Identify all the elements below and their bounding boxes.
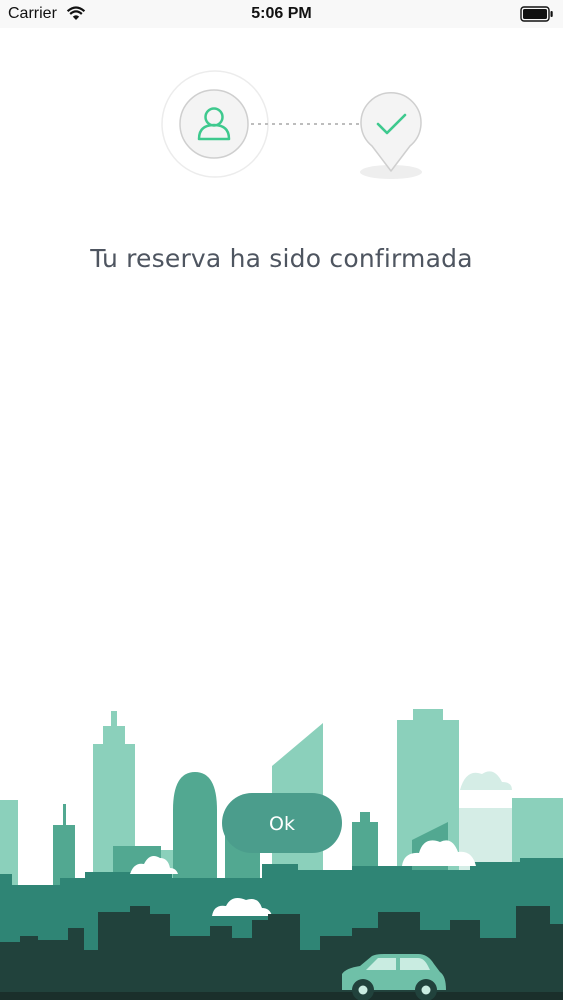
battery-icon (520, 6, 553, 22)
booking-progress-illustration (161, 70, 422, 179)
status-bar: Carrier 5:06 PM (0, 0, 563, 28)
confirmation-message: Tu reserva ha sido confirmada (90, 244, 473, 273)
ok-button[interactable]: Ok (222, 793, 342, 853)
status-time: 5:06 PM (251, 5, 312, 22)
location-pin-icon (360, 92, 422, 172)
